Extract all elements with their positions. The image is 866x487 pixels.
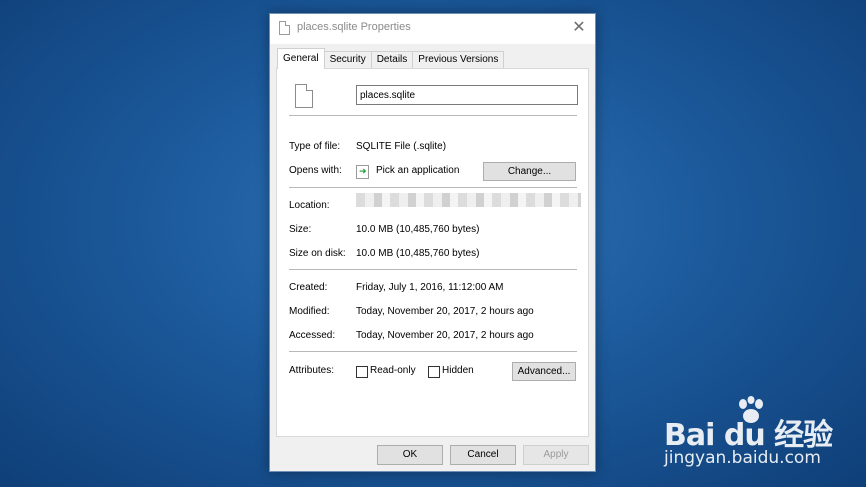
properties-dialog: places.sqlite Properties ✕ General Secur…: [269, 13, 596, 472]
location-value-obscured: [356, 193, 581, 207]
tab-strip: General Security Details Previous Versio…: [277, 48, 505, 69]
tab-previous-versions[interactable]: Previous Versions: [412, 51, 505, 69]
separator: [289, 269, 577, 270]
separator: [289, 187, 577, 188]
readonly-checkbox[interactable]: [356, 366, 368, 378]
size-label: Size:: [289, 224, 312, 235]
change-button[interactable]: Change...: [483, 162, 576, 181]
tab-security[interactable]: Security: [323, 51, 372, 69]
watermark-url: jingyan.baidu.com: [664, 448, 821, 468]
separator: [289, 351, 577, 352]
cancel-button[interactable]: Cancel: [450, 445, 516, 465]
size-value: 10.0 MB (10,485,760 bytes): [356, 224, 480, 235]
window-title: places.sqlite Properties: [297, 21, 411, 33]
modified-value: Today, November 20, 2017, 2 hours ago: [356, 306, 534, 317]
size-on-disk-value: 10.0 MB (10,485,760 bytes): [356, 248, 480, 259]
document-icon: [279, 21, 290, 35]
tab-details[interactable]: Details: [370, 51, 414, 69]
created-value: Friday, July 1, 2016, 11:12:00 AM: [356, 282, 504, 293]
accessed-label: Accessed:: [289, 330, 336, 341]
opens-with-value: Pick an application: [376, 165, 460, 176]
modified-label: Modified:: [289, 306, 330, 317]
tab-general[interactable]: General: [277, 48, 325, 69]
title-bar[interactable]: places.sqlite Properties ✕: [270, 14, 595, 44]
readonly-label[interactable]: Read-only: [370, 365, 416, 376]
general-panel: Type of file: SQLITE File (.sqlite) Open…: [276, 68, 589, 437]
baidu-watermark: Bai du 经验 jingyan.baidu.com: [664, 396, 860, 476]
opens-with-label: Opens with:: [289, 165, 342, 176]
type-value: SQLITE File (.sqlite): [356, 141, 447, 152]
accessed-value: Today, November 20, 2017, 2 hours ago: [356, 330, 534, 341]
location-label: Location:: [289, 200, 330, 211]
hidden-checkbox[interactable]: [428, 366, 440, 378]
type-label: Type of file:: [289, 141, 341, 152]
desktop-background: { "window": { "title": "places.sqlite Pr…: [0, 0, 866, 487]
green-arrow-app-icon: ➜: [356, 165, 369, 179]
created-label: Created:: [289, 282, 328, 293]
hidden-label[interactable]: Hidden: [442, 365, 474, 376]
separator: [289, 115, 577, 116]
apply-button[interactable]: Apply: [523, 445, 589, 465]
size-on-disk-label: Size on disk:: [289, 248, 346, 259]
advanced-button[interactable]: Advanced...: [512, 362, 576, 381]
document-icon: [295, 84, 313, 108]
ok-button[interactable]: OK: [377, 445, 443, 465]
close-button[interactable]: ✕: [567, 16, 591, 40]
file-name-input[interactable]: [356, 85, 578, 105]
attributes-label: Attributes:: [289, 365, 335, 376]
